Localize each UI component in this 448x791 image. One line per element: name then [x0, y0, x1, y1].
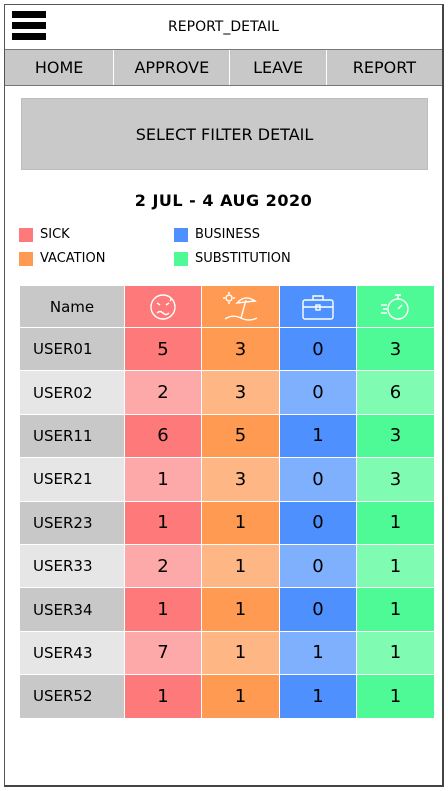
sick-count-cell: 1	[124, 457, 202, 502]
nav-report[interactable]: REPORT	[327, 50, 442, 85]
vacation-swatch	[19, 251, 33, 266]
table-row[interactable]: USER01 5 3 0 3	[19, 326, 435, 372]
business-count-cell: 0	[279, 370, 357, 415]
user-name-cell: USER01	[19, 326, 125, 372]
page-title: REPORT_DETAIL	[168, 19, 279, 35]
vacation-count-cell: 1	[201, 587, 280, 632]
substitution-count-cell: 3	[356, 326, 435, 372]
table-row[interactable]: USER52 1 1 1 1	[19, 674, 435, 719]
vacation-count-cell: 1	[201, 674, 280, 719]
business-count-cell: 1	[279, 413, 357, 459]
legend-sick: SICK	[19, 227, 70, 242]
sick-count-cell: 6	[124, 413, 202, 459]
substitution-count-cell: 1	[356, 587, 435, 632]
substitution-count-cell: 6	[356, 370, 435, 415]
substitution-count-cell: 3	[356, 413, 435, 459]
vacation-count-cell: 3	[201, 326, 280, 372]
sick-column-header[interactable]	[124, 285, 202, 328]
stopwatch-icon	[380, 293, 409, 320]
sick-count-cell: 2	[124, 543, 202, 589]
business-count-cell: 0	[279, 457, 357, 502]
user-name-cell: USER02	[19, 370, 125, 415]
beach-umbrella-icon	[222, 291, 257, 321]
app-window: REPORT_DETAIL HOME APPROVE LEAVE REPORT …	[4, 4, 444, 787]
vacation-count-cell: 1	[201, 543, 280, 589]
user-name-cell: USER33	[19, 543, 125, 589]
table-row[interactable]: USER02 2 3 0 6	[19, 370, 435, 415]
user-name-cell: USER11	[19, 413, 125, 459]
substitution-count-cell: 3	[356, 457, 435, 502]
user-name-cell: USER52	[19, 674, 125, 719]
sick-count-cell: 2	[124, 370, 202, 415]
user-name-cell: USER34	[19, 587, 125, 632]
vacation-count-cell: 3	[201, 370, 280, 415]
table-header-row: Name	[19, 285, 435, 328]
sick-face-icon	[150, 293, 176, 320]
user-name-cell: USER23	[19, 500, 125, 545]
user-name-cell: USER43	[19, 630, 125, 676]
business-count-cell: 0	[279, 587, 357, 632]
substitution-count-cell: 1	[356, 543, 435, 589]
table-row[interactable]: USER43 7 1 1 1	[19, 630, 435, 676]
business-count-cell: 0	[279, 326, 357, 372]
substitution-column-header[interactable]	[356, 285, 435, 328]
select-filter-button[interactable]: SELECT FILTER DETAIL	[21, 98, 428, 170]
legend-business: BUSINESS	[174, 227, 260, 242]
sick-count-cell: 1	[124, 587, 202, 632]
business-count-cell: 1	[279, 674, 357, 719]
substitution-count-cell: 1	[356, 674, 435, 719]
title-bar: REPORT_DETAIL	[5, 5, 442, 49]
sick-count-cell: 1	[124, 500, 202, 545]
table-row[interactable]: USER21 1 3 0 3	[19, 457, 435, 502]
nav-bar: HOME APPROVE LEAVE REPORT	[5, 49, 442, 86]
hamburger-menu-icon[interactable]	[12, 11, 46, 43]
legend-business-label: BUSINESS	[195, 227, 260, 242]
business-count-cell: 1	[279, 630, 357, 676]
nav-approve[interactable]: APPROVE	[114, 50, 231, 85]
substitution-count-cell: 1	[356, 500, 435, 545]
briefcase-icon	[302, 294, 334, 320]
vacation-count-cell: 5	[201, 413, 280, 459]
sick-swatch	[19, 227, 33, 242]
table-row[interactable]: USER11 6 5 1 3	[19, 413, 435, 459]
business-count-cell: 0	[279, 500, 357, 545]
vacation-count-cell: 1	[201, 500, 280, 545]
table-row[interactable]: USER34 1 1 0 1	[19, 587, 435, 632]
legend-substitution-label: SUBSTITUTION	[195, 251, 291, 266]
name-column-header[interactable]: Name	[19, 285, 125, 328]
table-row[interactable]: USER33 2 1 0 1	[19, 543, 435, 589]
sick-count-cell: 5	[124, 326, 202, 372]
business-count-cell: 0	[279, 543, 357, 589]
vacation-count-cell: 1	[201, 630, 280, 676]
substitution-swatch	[174, 251, 188, 266]
business-column-header[interactable]	[279, 285, 357, 328]
business-swatch	[174, 227, 188, 242]
date-range-label: 2 JUL - 4 AUG 2020	[134, 191, 313, 210]
sick-count-cell: 1	[124, 674, 202, 719]
vacation-count-cell: 3	[201, 457, 280, 502]
substitution-count-cell: 1	[356, 630, 435, 676]
nav-home[interactable]: HOME	[5, 50, 115, 85]
leave-report-table: Name USER01 5 3 0 3 USER02 2 3 0 6 USER1…	[19, 285, 435, 719]
legend-vacation: VACATION	[19, 251, 105, 266]
table-row[interactable]: USER23 1 1 0 1	[19, 500, 435, 545]
vacation-column-header[interactable]	[201, 285, 280, 328]
legend-substitution: SUBSTITUTION	[174, 251, 291, 266]
legend-sick-label: SICK	[40, 227, 70, 242]
user-name-cell: USER21	[19, 457, 125, 502]
nav-leave[interactable]: LEAVE	[230, 50, 327, 85]
sick-count-cell: 7	[124, 630, 202, 676]
legend-vacation-label: VACATION	[40, 251, 106, 266]
